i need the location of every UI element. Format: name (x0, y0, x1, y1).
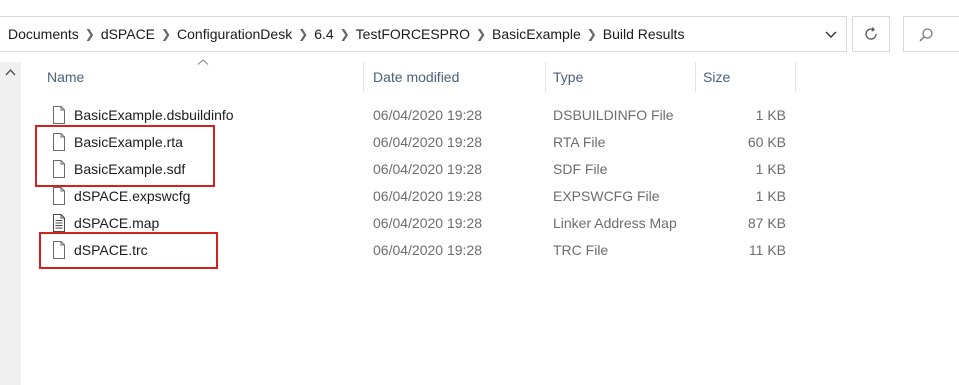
breadcrumb-item-build-results[interactable]: Build Results (603, 26, 685, 42)
file-type: RTA File (553, 134, 606, 150)
breadcrumb-item-testforcespro[interactable]: TestFORCESPRO (356, 26, 470, 42)
column-header-date-modified[interactable]: Date modified (373, 62, 543, 92)
file-icon (53, 106, 65, 124)
column-header-type[interactable]: Type (553, 62, 693, 92)
file-size: 87 KB (747, 215, 786, 231)
breadcrumb-item-basicexample[interactable]: BasicExample (492, 26, 581, 42)
highlight-box-trc (39, 232, 218, 269)
file-icon (53, 187, 65, 205)
file-date: 06/04/2020 19:28 (373, 107, 482, 123)
breadcrumb-chevron-icon[interactable]: ❯ (155, 27, 177, 41)
file-type: EXPSWCFG File (553, 188, 660, 204)
file-size: 1 KB (755, 188, 786, 204)
column-divider[interactable] (363, 62, 364, 92)
breadcrumb: Documents ❯ dSPACE ❯ ConfigurationDesk ❯… (8, 17, 684, 51)
file-size: 60 KB (747, 134, 786, 150)
vertical-scrollbar[interactable] (0, 62, 21, 385)
breadcrumb-item-documents[interactable]: Documents (8, 26, 79, 42)
breadcrumb-item-dspace[interactable]: dSPACE (101, 26, 155, 42)
scroll-up-icon[interactable] (5, 68, 16, 76)
search-box[interactable] (903, 16, 959, 52)
file-name: BasicExample.dsbuildinfo (74, 107, 234, 123)
file-name: dSPACE.expswcfg (74, 188, 191, 204)
file-size: 1 KB (755, 107, 786, 123)
file-type: Linker Address Map (553, 215, 677, 231)
breadcrumb-item-version[interactable]: 6.4 (314, 26, 333, 42)
text-file-icon (53, 214, 65, 232)
column-header-size[interactable]: Size (703, 62, 793, 92)
refresh-button[interactable] (852, 16, 890, 52)
file-date: 06/04/2020 19:28 (373, 134, 482, 150)
column-divider[interactable] (695, 62, 696, 92)
chevron-down-icon[interactable] (822, 25, 840, 43)
breadcrumb-item-configurationdesk[interactable]: ConfigurationDesk (177, 26, 292, 42)
column-divider[interactable] (545, 62, 546, 92)
column-header-name[interactable]: Name (47, 62, 362, 92)
file-type: TRC File (553, 242, 609, 258)
file-type: SDF File (553, 161, 608, 177)
refresh-icon (865, 27, 877, 40)
breadcrumb-chevron-icon[interactable]: ❯ (292, 27, 314, 41)
address-bar[interactable]: Documents ❯ dSPACE ❯ ConfigurationDesk ❯… (0, 16, 847, 52)
file-size: 11 KB (748, 242, 786, 258)
search-icon (919, 28, 933, 42)
file-size: 1 KB (755, 161, 786, 177)
file-name: dSPACE.map (74, 215, 160, 231)
highlight-box-rta-sdf (35, 125, 215, 187)
breadcrumb-chevron-icon[interactable]: ❯ (79, 27, 101, 41)
column-divider[interactable] (795, 62, 796, 92)
file-row[interactable]: dSPACE.expswcfg 06/04/2020 19:28 EXPSWCF… (40, 183, 800, 210)
breadcrumb-chevron-icon[interactable]: ❯ (470, 27, 492, 41)
file-date: 06/04/2020 19:28 (373, 215, 482, 231)
file-type: DSBUILDINFO File (553, 107, 674, 123)
file-date: 06/04/2020 19:28 (373, 188, 482, 204)
file-date: 06/04/2020 19:28 (373, 161, 482, 177)
breadcrumb-chevron-icon[interactable]: ❯ (581, 27, 603, 41)
file-date: 06/04/2020 19:28 (373, 242, 482, 258)
breadcrumb-chevron-icon[interactable]: ❯ (334, 27, 356, 41)
